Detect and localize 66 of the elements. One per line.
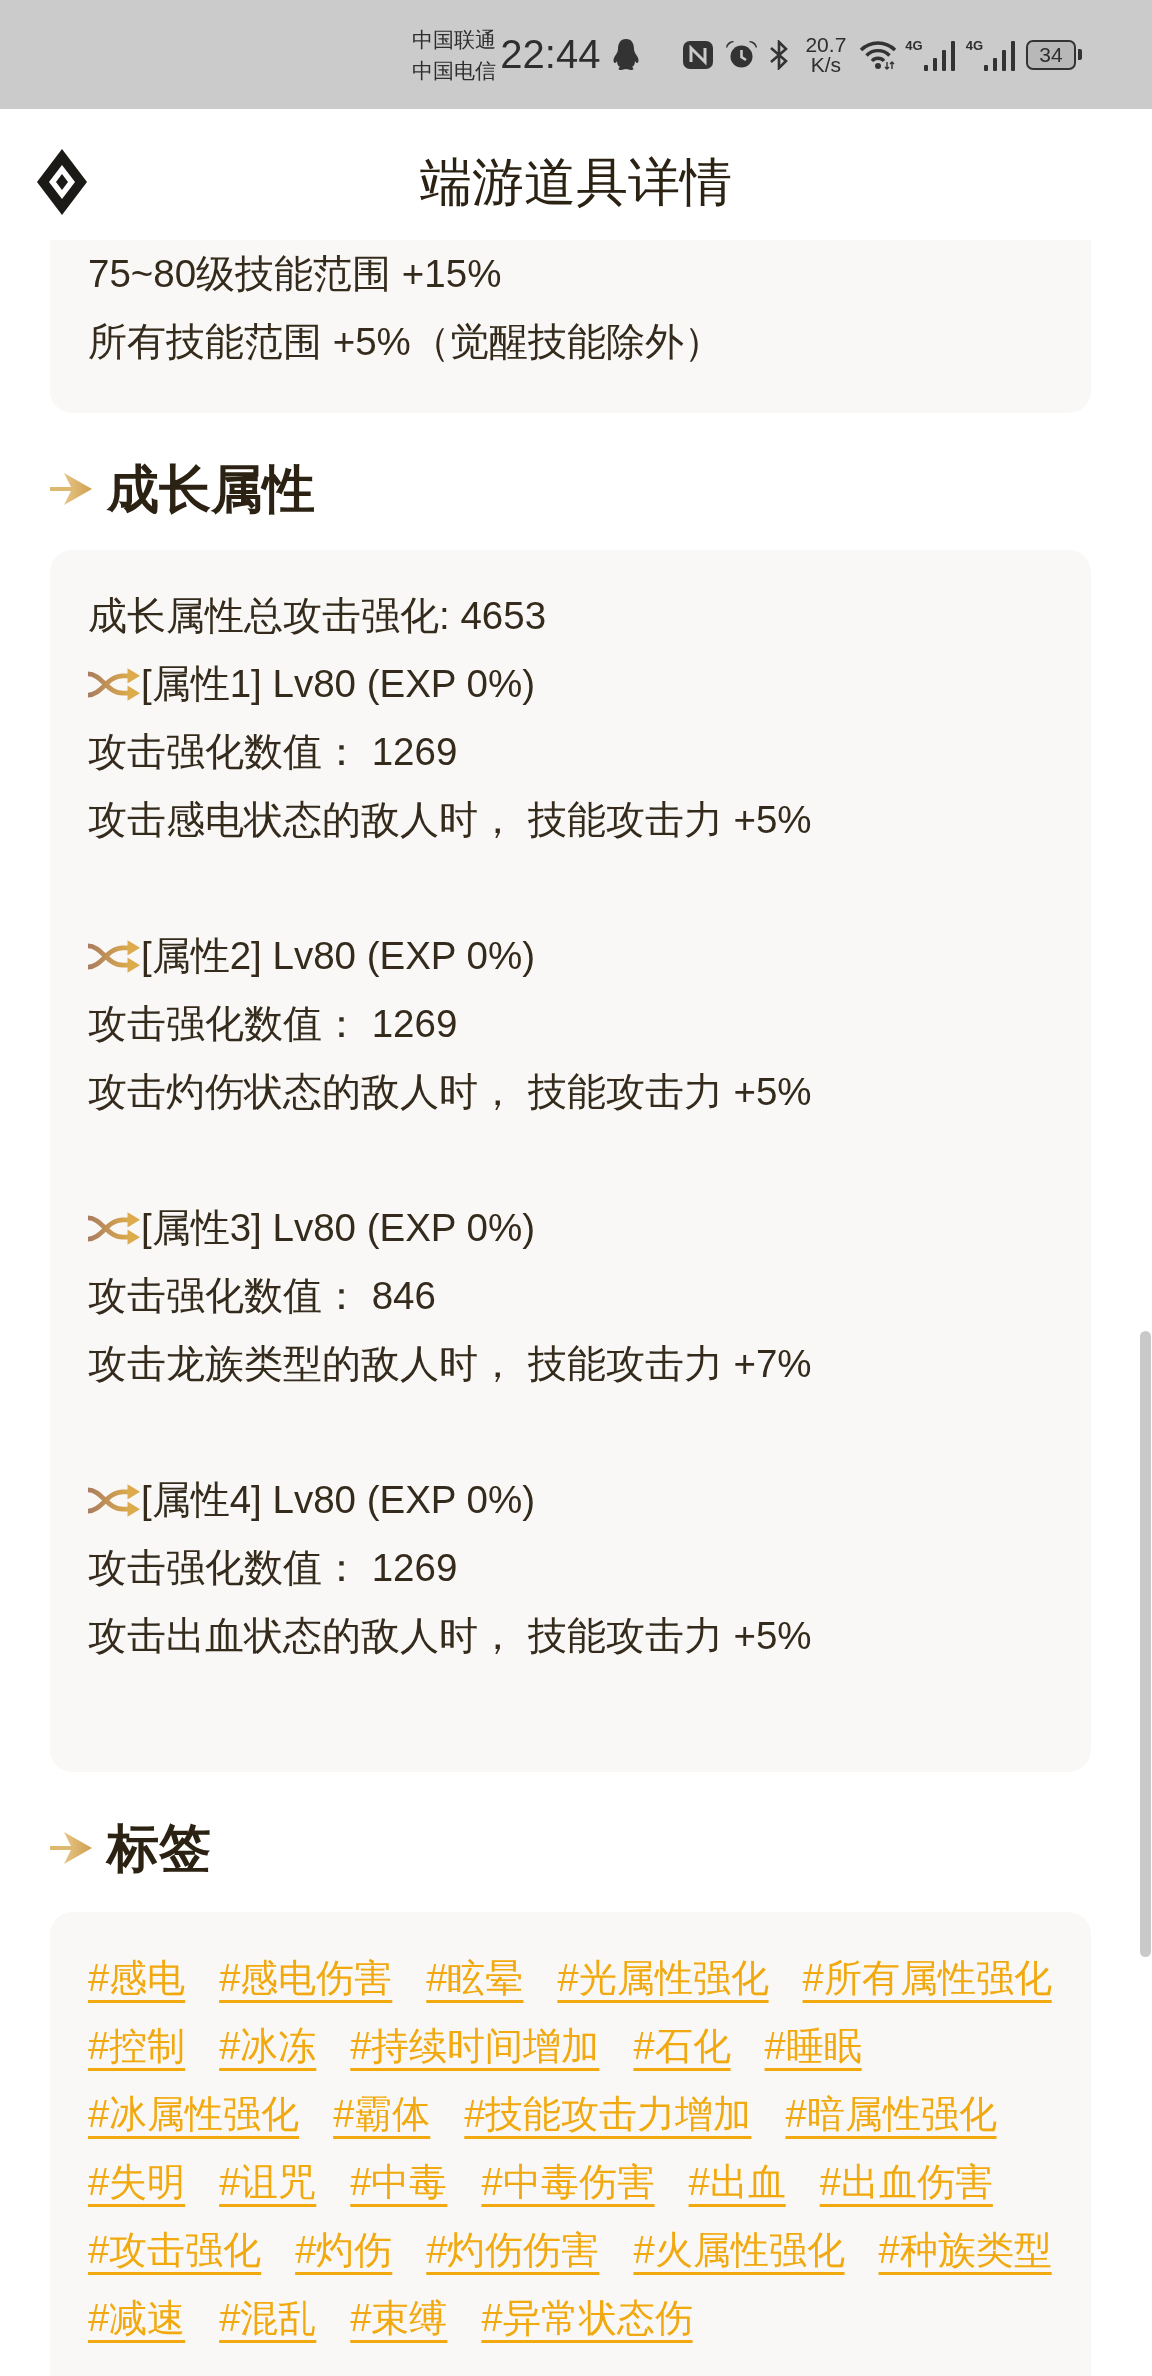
- attribute-effect-text: 攻击龙族类型的敌人时， 技能攻击力 +7%: [88, 1341, 813, 1387]
- tag-link[interactable]: #攻击强化: [88, 2216, 262, 2284]
- battery-indicator: 34: [1026, 39, 1082, 70]
- tag-link[interactable]: #中毒: [350, 2148, 448, 2216]
- attribute-effect-text: 攻击感电状态的敌人时， 技能攻击力 +5%: [88, 797, 813, 843]
- growth-summary-text: 成长属性总攻击强化: 4653: [88, 593, 548, 639]
- shuffle-icon: [88, 1483, 140, 1517]
- tag-link[interactable]: #混乱: [219, 2284, 317, 2352]
- tag-link[interactable]: #冰冻: [219, 2012, 317, 2080]
- attribute-effect-text: 攻击出血状态的敌人时， 技能攻击力 +5%: [88, 1613, 813, 1659]
- attribute-value-text: 攻击强化数值： 846: [88, 1273, 437, 1319]
- effect-text: 75~80级技能范围 +15%: [88, 251, 503, 297]
- attribute-value-text: 攻击强化数值： 1269: [88, 729, 459, 775]
- tag-link[interactable]: #诅咒: [219, 2148, 317, 2216]
- effect-text: 所有技能范围 +5%（觉醒技能除外）: [88, 319, 724, 365]
- tag-link[interactable]: #异常状态伤: [481, 2284, 693, 2352]
- signal-icon: [984, 38, 1015, 71]
- network-type-label: 4G: [905, 38, 923, 53]
- tag-link[interactable]: #灼伤伤害: [426, 2216, 600, 2284]
- tag-link[interactable]: #控制: [88, 2012, 186, 2080]
- section-heading: 成长属性: [107, 459, 315, 519]
- shuffle-icon: [88, 667, 140, 701]
- network-speed-value: 20.7: [805, 34, 847, 55]
- tag-link[interactable]: #出血: [688, 2148, 786, 2216]
- penguin-icon: [613, 39, 640, 70]
- tag-link[interactable]: #失明: [88, 2148, 186, 2216]
- network-speed-unit: K/s: [810, 54, 842, 75]
- tag-link[interactable]: #出血伤害: [819, 2148, 993, 2216]
- tag-link[interactable]: #技能攻击力增加: [464, 2080, 752, 2148]
- tag-link[interactable]: #光属性强化: [557, 1944, 769, 2012]
- alarm-icon: [725, 39, 759, 70]
- attribute-value-text: 攻击强化数值： 1269: [88, 1001, 459, 1047]
- attribute-title: [属性1] Lv80 (EXP 0%): [141, 661, 535, 707]
- attribute-title: [属性3] Lv80 (EXP 0%): [141, 1205, 535, 1251]
- tag-link[interactable]: #睡眠: [764, 2012, 862, 2080]
- shuffle-icon: [88, 939, 140, 973]
- carrier-label: 中国联通: [412, 26, 497, 53]
- tag-link[interactable]: #火属性强化: [633, 2216, 845, 2284]
- tag-link[interactable]: #霸体: [333, 2080, 431, 2148]
- logo-icon: [37, 148, 87, 215]
- attribute-title: [属性4] Lv80 (EXP 0%): [141, 1477, 535, 1523]
- tag-link[interactable]: #持续时间增加: [350, 2012, 600, 2080]
- page-title: 端游道具详情: [420, 151, 732, 213]
- tag-link[interactable]: #感电伤害: [219, 1944, 393, 2012]
- attribute-value-text: 攻击强化数值： 1269: [88, 1545, 459, 1591]
- clock-time: 22:44: [500, 32, 601, 77]
- tag-link[interactable]: #种族类型: [878, 2216, 1052, 2284]
- tag-link[interactable]: #束缚: [350, 2284, 448, 2352]
- signal-icon: [923, 38, 955, 71]
- tag-link[interactable]: #冰属性强化: [88, 2080, 300, 2148]
- carrier-label: 中国电信: [412, 57, 497, 84]
- tag-link[interactable]: #感电: [88, 1944, 186, 2012]
- attribute-title: [属性2] Lv80 (EXP 0%): [141, 933, 535, 979]
- tag-link[interactable]: #灼伤: [295, 2216, 393, 2284]
- tag-link[interactable]: #眩晕: [426, 1944, 524, 2012]
- attribute-effect-text: 攻击灼伤状态的敌人时， 技能攻击力 +5%: [88, 1069, 813, 1115]
- tag-link[interactable]: #中毒伤害: [481, 2148, 655, 2216]
- tag-link[interactable]: #暗属性强化: [785, 2080, 997, 2148]
- nfc-icon: [683, 40, 714, 69]
- wifi-icon: [859, 39, 898, 70]
- tag-link[interactable]: #减速: [88, 2284, 186, 2352]
- shuffle-icon: [88, 1211, 140, 1245]
- network-type-label: 4G: [965, 38, 983, 53]
- section-heading: 标签: [107, 1818, 211, 1878]
- tag-link[interactable]: #所有属性强化: [802, 1944, 1052, 2012]
- tag-link[interactable]: #石化: [633, 2012, 731, 2080]
